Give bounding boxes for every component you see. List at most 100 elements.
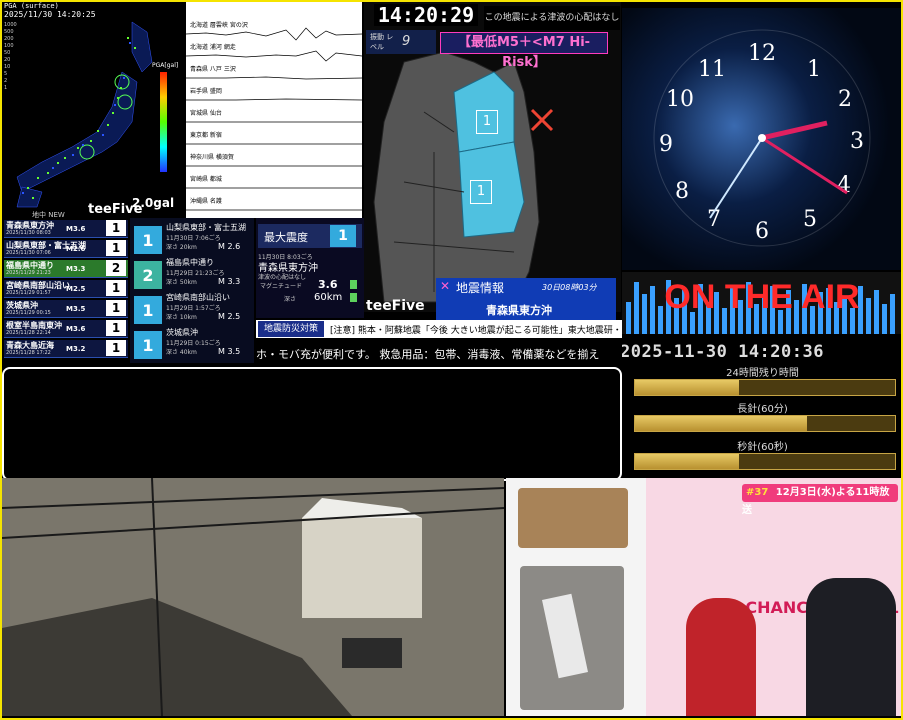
quake-history-list: 青森県東方沖 2025/11/30 08:03 M3.6 1 山梨県東部・富士五湖… — [2, 218, 128, 363]
intensity-marker: 1 — [476, 110, 498, 134]
quake-intensity: 1 — [106, 220, 126, 236]
detail-intensity: 1 — [134, 331, 162, 359]
quake-date: 2025/11/30 08:03 — [6, 230, 51, 236]
risk-banner: 【最低M5＋<M7 Hi-Risk】 — [440, 32, 608, 70]
eq-info-box: ✕ 地震情報 30日08時03分 青森県東方沖 — [436, 278, 616, 320]
progress-fill — [635, 416, 807, 431]
progress-24h: 24時間残り時間 — [622, 364, 903, 398]
quake-list-item: 青森県東方沖 2025/11/30 08:03 M3.6 1 — [4, 220, 128, 238]
quake-list-item: 宮崎県南部山沿い 2025/11/29 01:57 M2.5 1 — [4, 280, 128, 298]
pga-map-panel: PGA (surface) 2025/11/30 14:20:25 1000 50… — [2, 2, 185, 218]
detail-depth: 深さ 50km — [166, 279, 197, 286]
quake-date: 2025/11/29 00:15 — [6, 310, 51, 316]
studio-feed: #37 12月3日(水)よる11時放送 CHANCE SCHOOL — [646, 478, 903, 716]
quake-intensity: 1 — [106, 340, 126, 356]
quake-intensity: 1 — [106, 240, 126, 256]
detail-depth: 深さ 40km — [166, 349, 197, 356]
mag-value: 3.6 — [318, 278, 338, 291]
seismo-row: 北海道 層雲峡 宮の沢 — [186, 20, 362, 42]
detail-intensity: 2 — [134, 261, 162, 289]
eq-info-time: 30日08時03分 — [542, 283, 597, 292]
seismo-row: 北海道 浦河 網走 — [186, 42, 362, 64]
depth-value: 60km — [314, 292, 343, 303]
quake-magnitude: M2.6 — [66, 245, 86, 253]
svg-text:5: 5 — [803, 207, 817, 232]
seismo-row: 岩手県 盛岡 — [186, 86, 362, 108]
detail-intensity: 1 — [134, 226, 162, 254]
detail-magnitude: M 3.5 — [218, 347, 241, 356]
seismo-row: 沖縄県 名護 — [186, 198, 362, 211]
detail-date: 11月29日 1:57ごろ — [166, 305, 221, 312]
svg-text:3: 3 — [850, 129, 864, 154]
detail-magnitude: M 2.5 — [218, 312, 241, 321]
svg-text:12: 12 — [748, 41, 776, 66]
detail-magnitude: M 3.3 — [218, 277, 241, 286]
quake-intensity: 2 — [106, 260, 126, 276]
quake-list-item: 山梨県東部・富士五湖 2025/11/30 07:06 M2.6 1 — [4, 240, 128, 258]
pga-color-scale — [160, 72, 167, 172]
depth-indicator — [350, 293, 357, 302]
detail-date: 11月29日 21:23ごろ — [166, 270, 225, 277]
on-air-label: ON THE AIR — [664, 278, 860, 316]
svg-text:6: 6 — [755, 219, 769, 244]
analog-clock-panel: 12 1 2 345 678 9 10 11 — [622, 8, 903, 270]
quake-list-item: 福島県中通り 2025/11/29 21:23 M3.3 2 — [4, 260, 128, 278]
detail-place: 福島県中通り — [166, 258, 214, 267]
on-air-panel: ON THE AIR — [622, 272, 903, 334]
quake-list-item: 茨城県沖 2025/11/29 00:15 M3.5 1 — [4, 300, 128, 318]
progress-fill — [635, 454, 739, 469]
seismo-row: 宮崎県 都城 — [186, 176, 362, 189]
seismo-row: 神奈川県 横須賀 — [186, 154, 362, 167]
svg-text:1: 1 — [807, 57, 821, 82]
quake-list-item: 根室半島南東沖 2025/11/28 22:14 M3.6 1 — [4, 320, 128, 338]
vibration-level: 振動 レベル 9 — [366, 30, 436, 54]
detail-depth: 深さ 10km — [166, 314, 197, 321]
quake-detail-item: 2 福島県中通り 11月29日 21:23ごろ 深さ 50km M 3.3 — [132, 257, 254, 292]
seismograph-panel: 北海道 層雲峡 宮の沢 北海道 浦河 網走 青森県 八戸 三沢 岩手県 盛岡 宮… — [186, 2, 362, 218]
presenter — [806, 578, 896, 716]
quake-magnitude: M3.6 — [66, 325, 86, 333]
quake-intensity: 1 — [106, 280, 126, 296]
progress-second-hand: 秒針(60秒) — [622, 438, 903, 472]
ticker-headline: [注意] 熊本・阿蘇地震「今後 大きい地震が起こる可能性」東大地震研・笠原教授 — [330, 326, 622, 336]
top-clock: 14:20:29 — [374, 4, 478, 26]
quake-date: 2025/11/30 07:06 — [6, 250, 51, 256]
quake-magnitude: M3.6 — [66, 225, 86, 233]
caption-box — [2, 367, 622, 481]
nearby-tag: 地中 NEW — [32, 211, 65, 218]
quake-intensity: 1 — [106, 320, 126, 336]
map-header: PGA (surface) — [4, 2, 59, 10]
max-intensity-header: 最大震度 1 — [258, 224, 362, 248]
seismo-row: 青森県 八戸 三沢 — [186, 64, 362, 86]
quake-date: 2025/11/28 17:22 — [6, 350, 51, 356]
depth-label: 深さ — [284, 296, 297, 303]
ticker-tag: 地震防災対策 — [258, 321, 324, 337]
quake-list-item: 青森大島近海 2025/11/28 17:22 M3.2 1 — [4, 340, 128, 358]
chat-photo — [518, 488, 628, 548]
svg-text:11: 11 — [698, 57, 726, 82]
quake-date: 2025/11/29 21:23 — [6, 270, 51, 276]
mag-indicator — [350, 280, 357, 289]
scroll-ticker: ホ・モバ充が便利です。 救急用品：包帯、消毒液、常備薬などを揃え — [256, 343, 622, 363]
detail-date: 11月30日 7:06ごろ — [166, 235, 221, 242]
quake-detail-item: 1 山梨県東部・富士五湖 11月30日 7:06ごろ 深さ 20km M 2.6 — [132, 222, 254, 257]
analog-clock: 1212 345 678 91011 — [653, 29, 871, 247]
svg-text:2: 2 — [838, 87, 852, 112]
headline-ticker: 地震防災対策 [注意] 熊本・阿蘇地震「今後 大きい地震が起こる可能性」東大地震… — [256, 320, 622, 338]
x-mark-icon: ✕ — [440, 279, 451, 293]
ticker-scroll: ホ・モバ充が便利です。 救急用品：包帯、消毒液、常備薬などを揃え — [256, 348, 600, 361]
progress-minute-hand: 長針(60分) — [622, 400, 903, 434]
svg-text:9: 9 — [659, 132, 673, 157]
svg-text:10: 10 — [666, 87, 694, 112]
max-intensity-panel: 最大震度 1 11月30日 8:03ごろ 青森県東方沖 津波の心配はなし マグニ… — [256, 218, 364, 318]
pga-label: PGA[gal] — [152, 62, 179, 69]
intensity-marker: 1 — [470, 180, 492, 204]
svg-text:4: 4 — [837, 173, 851, 198]
street-scene — [2, 478, 504, 716]
quake-date: 2025/11/29 01:57 — [6, 290, 51, 296]
presenter — [686, 598, 756, 716]
quake-detail-item: 1 茨城県沖 11月29日 0:15ごろ 深さ 40km M 3.5 — [132, 327, 254, 362]
seismo-row: 宮城県 仙台 — [186, 110, 362, 123]
quake-magnitude: M2.5 — [66, 285, 86, 293]
detail-date: 11月29日 0:15ごろ — [166, 340, 221, 347]
